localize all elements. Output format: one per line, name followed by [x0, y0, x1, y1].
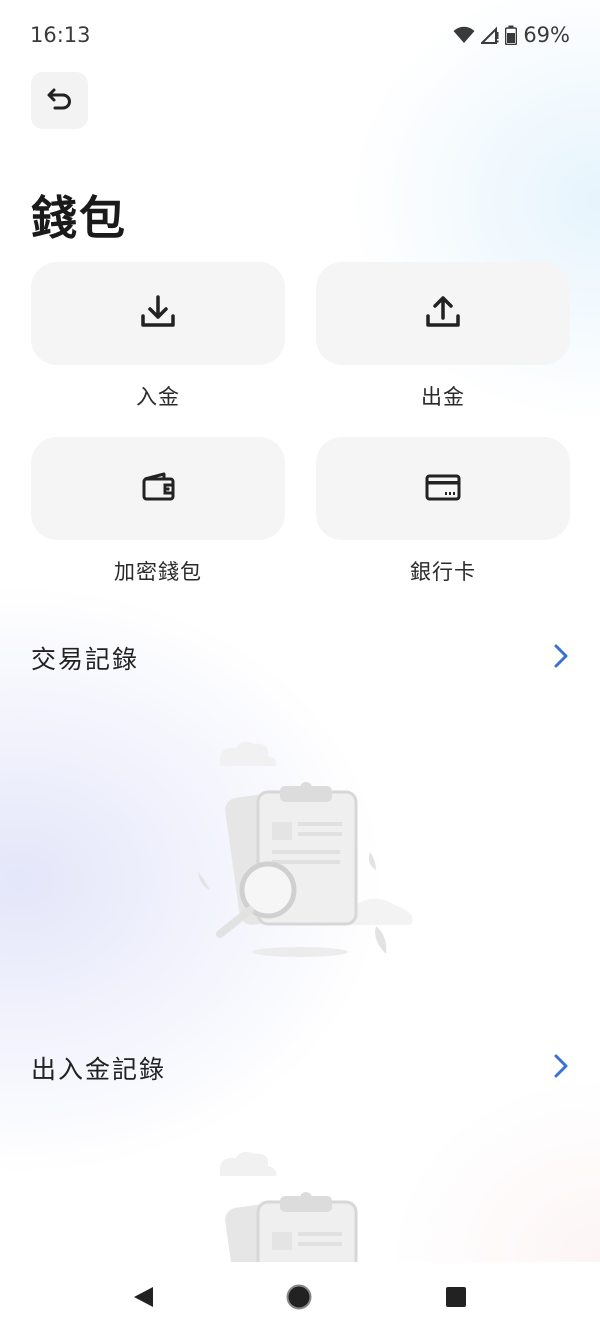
bank-card-action[interactable]: 銀行卡: [316, 437, 570, 586]
status-bar: 16:13 69%: [0, 0, 600, 70]
deposit-label: 入金: [136, 385, 180, 409]
download-icon: [138, 292, 178, 336]
status-icons: 69%: [453, 23, 570, 47]
upload-icon: [423, 292, 463, 336]
bank-card-tile[interactable]: [316, 437, 570, 540]
home-circle-icon[interactable]: [282, 1280, 316, 1314]
deposit-withdraw-records-header[interactable]: 出入金記錄: [31, 1050, 571, 1086]
withdraw-label: 出金: [421, 385, 465, 409]
bank-card-label: 銀行卡: [410, 560, 476, 584]
recents-square-icon[interactable]: [439, 1280, 473, 1314]
system-nav-bar: [0, 1262, 600, 1333]
back-button[interactable]: [31, 72, 88, 129]
back-triangle-icon[interactable]: [126, 1280, 160, 1314]
undo-back-icon: [46, 85, 74, 117]
withdraw-action[interactable]: 出金: [316, 262, 570, 411]
status-time: 16:13: [30, 23, 91, 47]
deposit-tile[interactable]: [31, 262, 285, 365]
battery-icon: [505, 25, 518, 45]
crypto-wallet-tile[interactable]: [31, 437, 285, 540]
wallet-icon: [138, 467, 178, 511]
withdraw-tile[interactable]: [316, 262, 570, 365]
crypto-wallet-action[interactable]: 加密錢包: [31, 437, 285, 586]
chevron-right-icon[interactable]: [551, 1052, 571, 1084]
deposit-action[interactable]: 入金: [31, 262, 285, 411]
chevron-right-icon[interactable]: [551, 642, 571, 674]
credit-card-icon: [423, 467, 463, 511]
empty-state-illustration: [180, 730, 420, 974]
transaction-records-header[interactable]: 交易記錄: [31, 640, 571, 676]
crypto-wallet-label: 加密錢包: [114, 560, 202, 584]
cellular-signal-icon: [481, 26, 499, 44]
transaction-records-title: 交易記錄: [31, 645, 140, 674]
empty-state-illustration: [180, 1140, 420, 1262]
deposit-withdraw-records-title: 出入金記錄: [31, 1055, 167, 1084]
battery-percent: 69%: [523, 23, 570, 47]
page-title: 錢包: [31, 191, 127, 245]
wifi-icon: [453, 26, 475, 44]
